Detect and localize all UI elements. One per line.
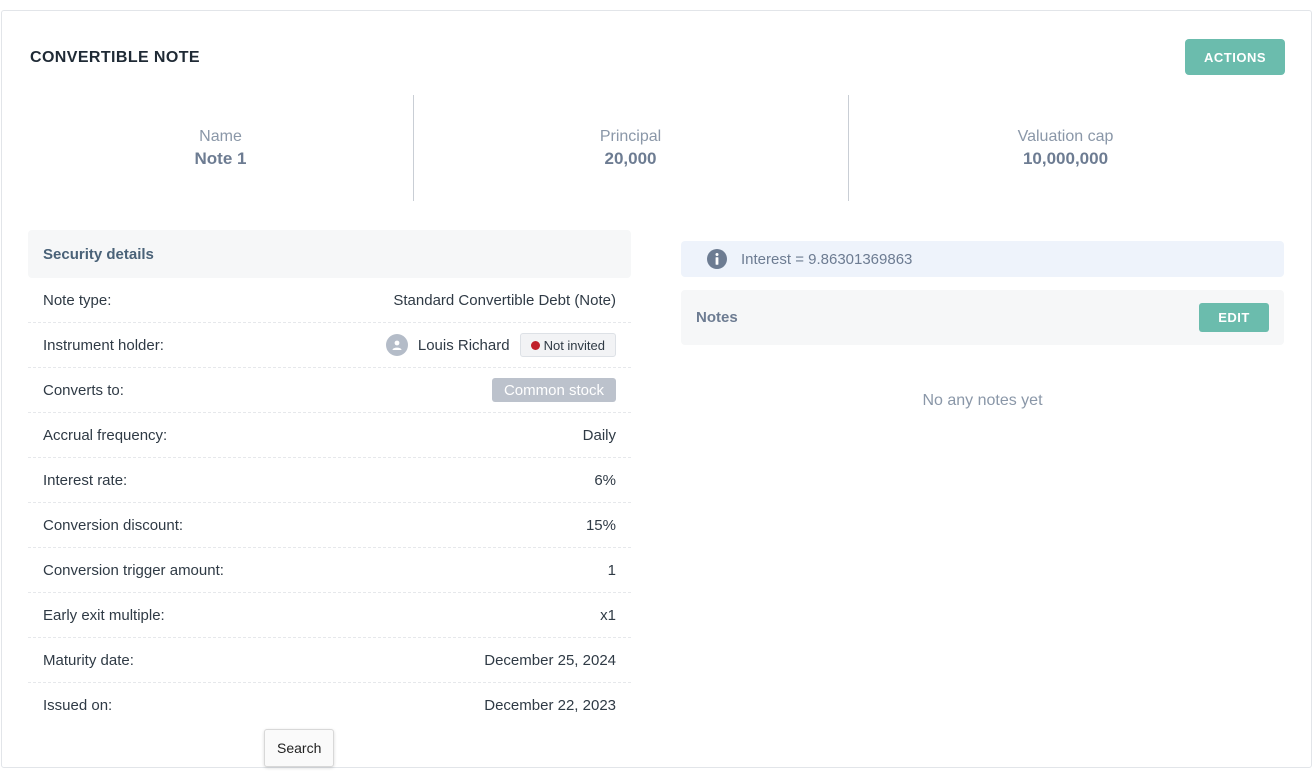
search-tooltip: Search [264, 729, 335, 767]
detail-row-instrument-holder: Instrument holder: Louis Richard Not inv… [28, 323, 631, 368]
security-details: Security details Note type: Standard Con… [28, 230, 631, 728]
security-details-title: Security details [28, 230, 631, 278]
stat-valuation-cap: Valuation cap 10,000,000 [848, 95, 1283, 201]
detail-label: Issued on: [43, 697, 113, 714]
edit-notes-button[interactable]: EDIT [1199, 303, 1269, 332]
user-icon [392, 340, 402, 350]
interest-info-bar: Interest = 9.86301369863 [681, 241, 1284, 277]
detail-value: 1 [607, 561, 616, 579]
invite-status-badge: Not invited [519, 333, 616, 357]
stat-principal: Principal 20,000 [413, 95, 848, 201]
detail-label: Conversion discount: [43, 516, 184, 534]
detail-value: x1 [600, 606, 616, 624]
detail-label: Converts to: [43, 381, 124, 399]
detail-row-issued-on: Issued on: December 22, 2023 [28, 683, 631, 728]
holder-name[interactable]: Louis Richard [418, 337, 510, 354]
detail-row-accrual-frequency: Accrual frequency: Daily [28, 413, 631, 458]
notes-empty-state: No any notes yet [922, 392, 1043, 409]
stat-value: 10,000,000 [1022, 148, 1109, 168]
detail-row-conversion-trigger-amount: Conversion trigger amount: 1 [28, 548, 631, 593]
actions-button[interactable]: ACTIONS [1185, 39, 1285, 75]
notes-title: Notes [696, 309, 738, 326]
detail-value: December 22, 2023 [484, 697, 616, 714]
detail-row-note-type: Note type: Standard Convertible Debt (No… [28, 278, 631, 323]
detail-row-early-exit-multiple: Early exit multiple: x1 [28, 593, 631, 638]
stat-label: Valuation cap [1017, 127, 1114, 145]
summary-stats: Name Note 1 Principal 20,000 Valuation c… [28, 95, 1315, 201]
detail-label: Maturity date: [43, 651, 134, 669]
detail-label: Note type: [43, 291, 112, 309]
detail-value: Daily [582, 426, 616, 444]
stat-value: 20,000 [604, 148, 657, 168]
status-dot-icon [530, 340, 540, 350]
detail-row-converts-to: Converts to: Common stock [28, 368, 631, 413]
detail-value: 15% [585, 516, 616, 534]
page-title: CONVERTIBLE NOTE [30, 49, 200, 66]
avatar [385, 334, 408, 356]
stat-name: Name Note 1 [28, 95, 413, 201]
stat-value: Note 1 [194, 148, 247, 168]
info-icon [707, 249, 727, 269]
stock-class-badge: Common stock [491, 378, 616, 402]
stat-label: Principal [599, 127, 662, 145]
detail-label: Conversion trigger amount: [43, 561, 224, 579]
detail-row-interest-rate: Interest rate: 6% [28, 458, 631, 503]
detail-row-maturity-date: Maturity date: December 25, 2024 [28, 638, 631, 683]
detail-label: Early exit multiple: [43, 606, 165, 624]
detail-label: Instrument holder: [43, 336, 164, 354]
detail-value: 6% [594, 471, 616, 489]
interest-text: Interest = 9.86301369863 [741, 250, 913, 268]
detail-label: Accrual frequency: [43, 426, 168, 444]
invite-status-text: Not invited [543, 337, 605, 353]
detail-value: Standard Convertible Debt (Note) [393, 291, 616, 309]
notes-header: Notes EDIT [681, 290, 1284, 345]
detail-label: Interest rate: [43, 471, 128, 489]
detail-row-conversion-discount: Conversion discount: 15% [28, 503, 631, 548]
holder-info: Louis Richard Not invited [385, 333, 616, 357]
detail-value: December 25, 2024 [484, 651, 616, 669]
stat-label: Name [199, 127, 242, 145]
